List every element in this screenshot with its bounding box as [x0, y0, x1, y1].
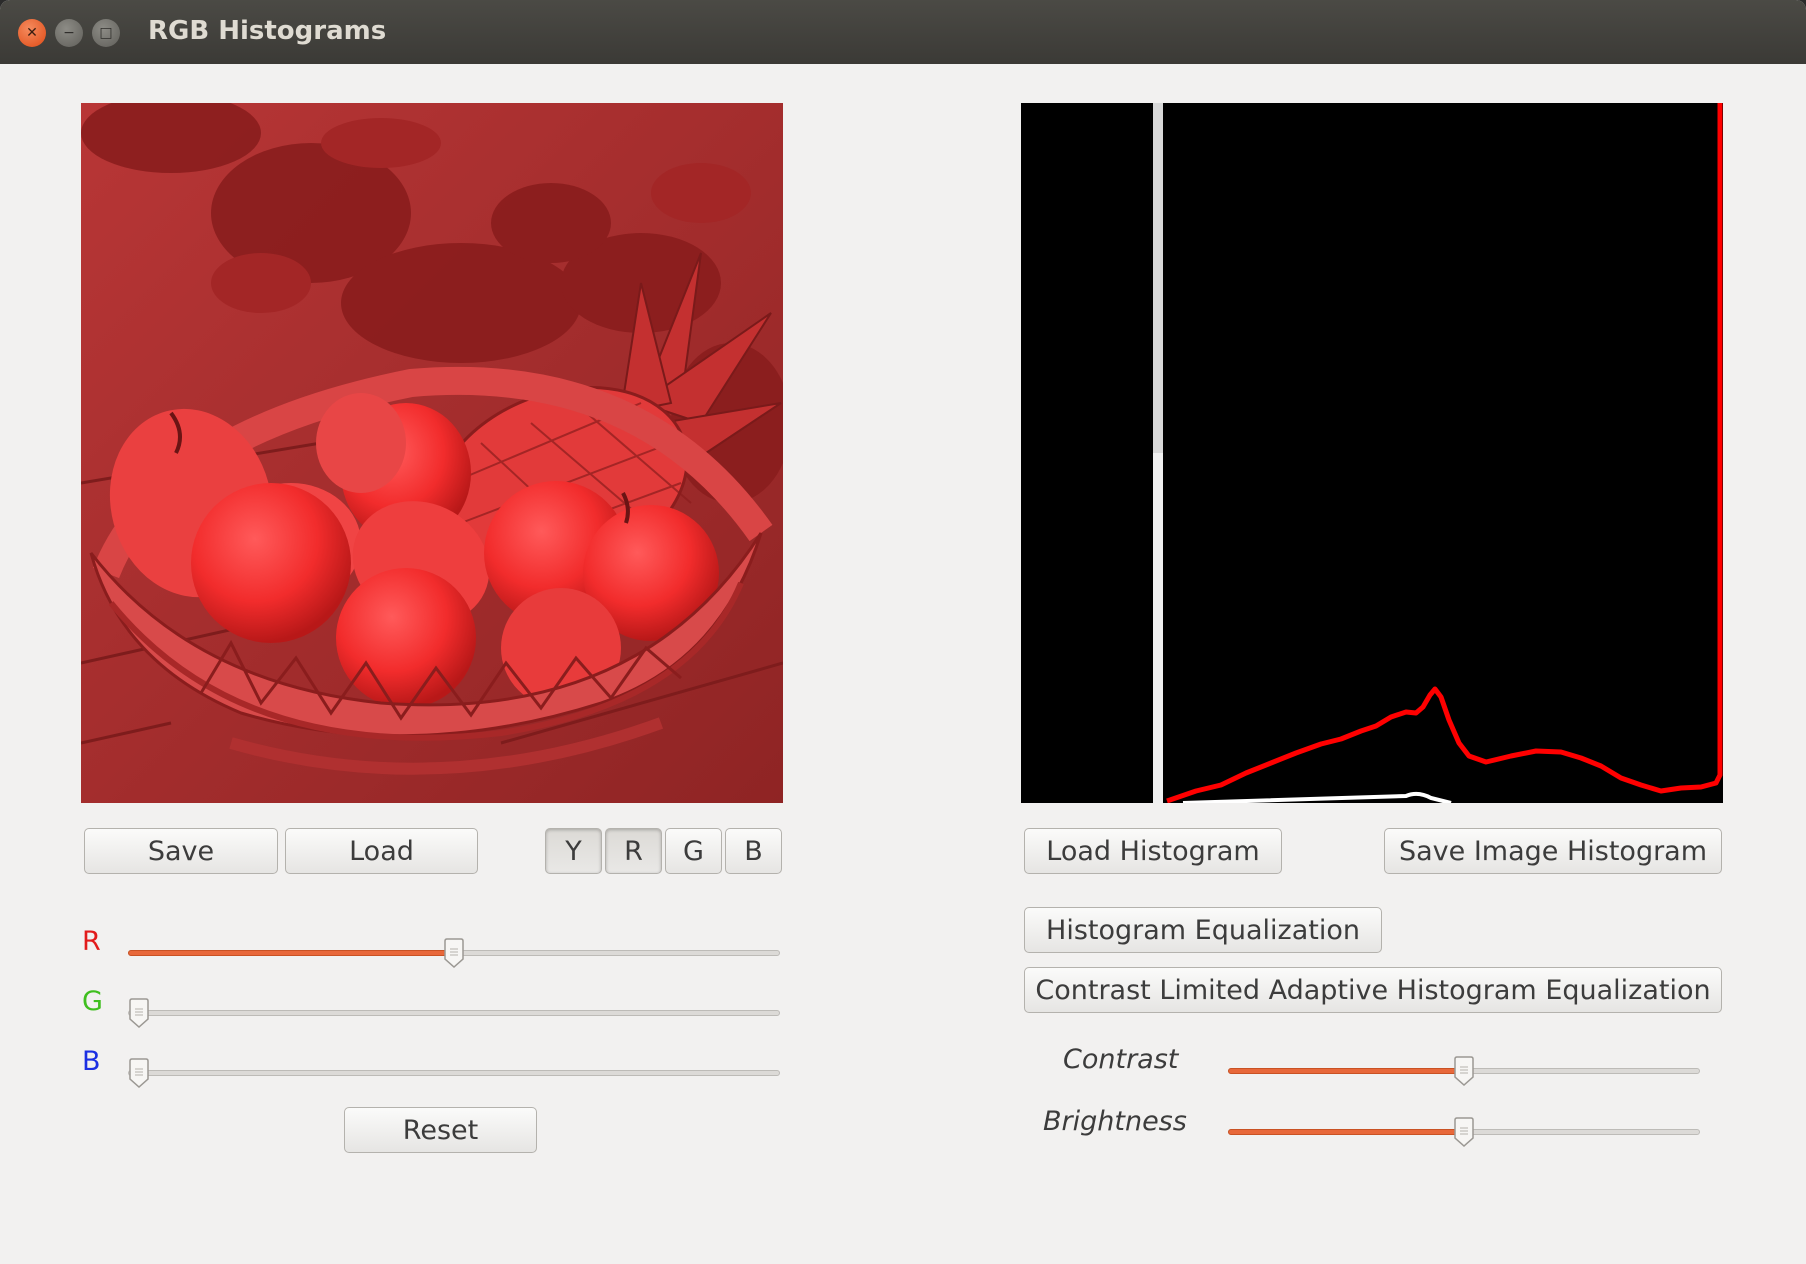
slider-handle[interactable]: [128, 998, 150, 1029]
g-slider[interactable]: [128, 998, 780, 1029]
slider-fill: [1228, 1068, 1464, 1074]
slider-fill: [1228, 1129, 1464, 1135]
contrast-slider[interactable]: [1228, 1056, 1700, 1087]
window-title: RGB Histograms: [148, 16, 387, 46]
r-slider-label: R: [82, 926, 101, 957]
histogram-equalization-button[interactable]: Histogram Equalization: [1024, 907, 1382, 953]
slider-fill: [128, 950, 454, 956]
b-slider-label: B: [82, 1046, 101, 1077]
save-button[interactable]: Save: [84, 828, 278, 874]
close-window-button[interactable]: ✕: [18, 19, 46, 47]
slider-handle[interactable]: [1453, 1117, 1475, 1148]
b-slider[interactable]: [128, 1058, 780, 1089]
image-preview: [81, 103, 783, 803]
minimize-window-button[interactable]: −: [55, 19, 83, 47]
contrast-label: Contrast: [1063, 1044, 1179, 1075]
channel-b-button[interactable]: B: [725, 828, 782, 874]
title-bar[interactable]: ✕ − □ RGB Histograms: [0, 0, 1806, 64]
histogram-white-bar-lower: [1153, 453, 1163, 803]
save-image-histogram-button[interactable]: Save Image Histogram: [1384, 828, 1722, 874]
histogram-plot: [1153, 103, 1723, 803]
maximize-icon: □: [99, 25, 113, 41]
brightness-label: Brightness: [1043, 1106, 1187, 1137]
load-button[interactable]: Load: [285, 828, 478, 874]
channel-r-button[interactable]: R: [605, 828, 662, 874]
channel-y-button[interactable]: Y: [545, 828, 602, 874]
minimize-icon: −: [63, 25, 75, 41]
reset-button[interactable]: Reset: [344, 1107, 537, 1153]
r-slider[interactable]: [128, 938, 780, 969]
slider-handle[interactable]: [128, 1058, 150, 1089]
close-icon: ✕: [26, 25, 38, 41]
load-histogram-button[interactable]: Load Histogram: [1024, 828, 1282, 874]
maximize-window-button[interactable]: □: [92, 19, 120, 47]
clahe-button[interactable]: Contrast Limited Adaptive Histogram Equa…: [1024, 967, 1722, 1013]
slider-handle[interactable]: [1453, 1056, 1475, 1087]
histogram-red-curve: [1166, 103, 1723, 803]
slider-handle[interactable]: [443, 938, 465, 969]
app-window: ✕ − □ RGB Histograms Save Load Y R G B R…: [0, 0, 1806, 1264]
slider-track: [128, 1070, 780, 1076]
brightness-slider[interactable]: [1228, 1117, 1700, 1148]
slider-track: [128, 1010, 780, 1016]
g-slider-label: G: [82, 986, 103, 1017]
histogram-view: [1021, 103, 1723, 803]
fruit-basket-image: [81, 103, 783, 803]
channel-g-button[interactable]: G: [665, 828, 722, 874]
histogram-white-curve: [1182, 791, 1452, 803]
